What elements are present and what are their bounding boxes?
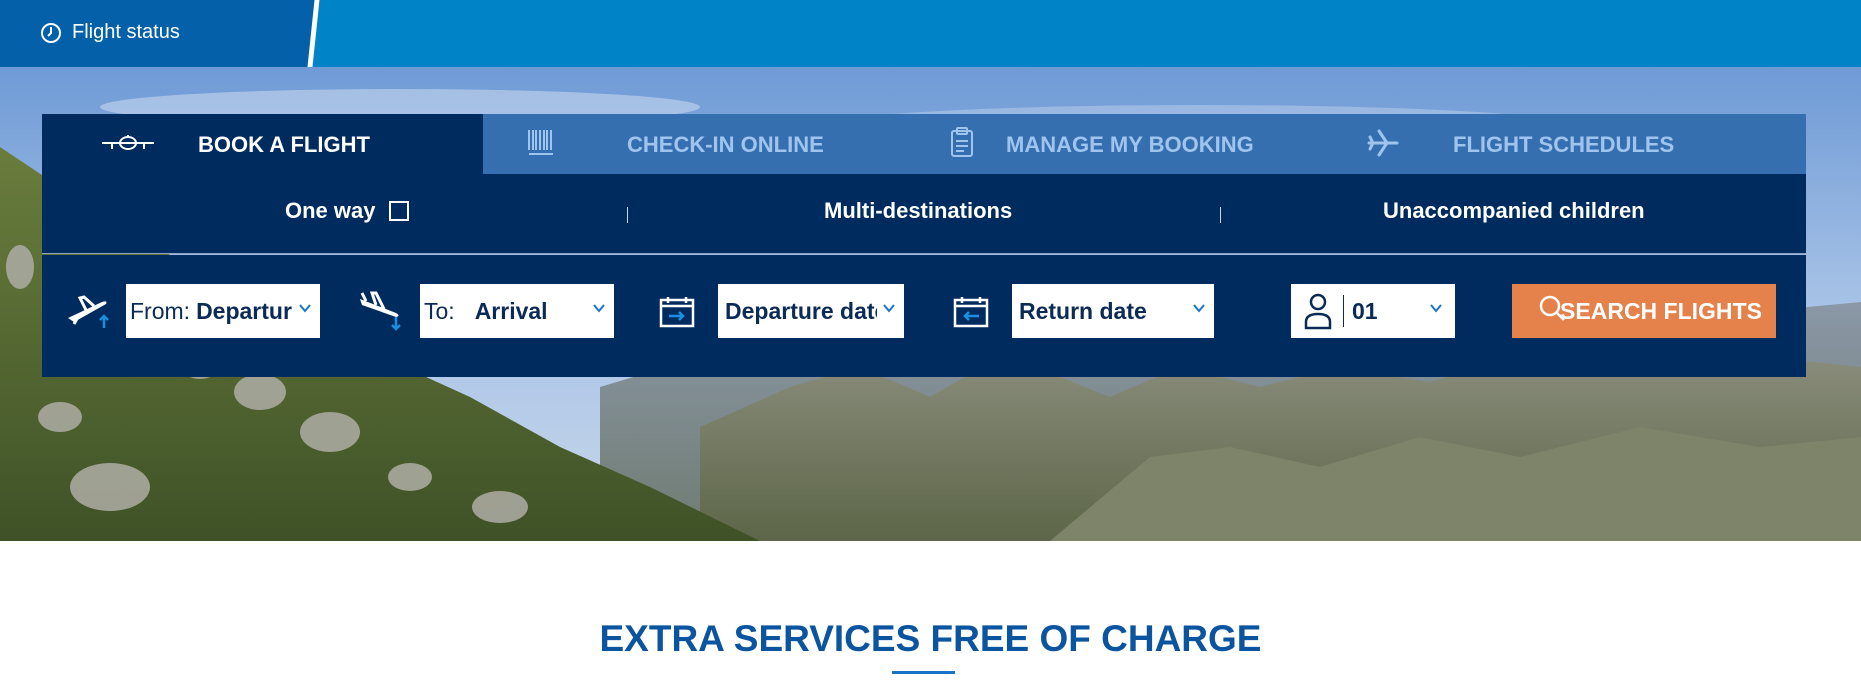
tab-check-in-online[interactable]: CHECK-IN ONLINE — [483, 114, 924, 174]
search-form: From: Departur To: Arrival Departure dat… — [42, 255, 1806, 377]
passengers-field[interactable]: 01 — [1291, 284, 1455, 338]
option-divider — [1220, 207, 1221, 223]
tab-manage-my-booking[interactable]: MANAGE MY BOOKING — [924, 114, 1365, 174]
chevron-down-icon — [1430, 304, 1442, 313]
calendar-departure-icon — [659, 297, 695, 328]
unaccompanied-children-label: Unaccompanied children — [1383, 198, 1645, 223]
multi-destinations-link[interactable]: Multi-destinations — [824, 198, 1012, 224]
booking-tabs: BOOK A FLIGHT CHECK-IN ONLINE MANAGE MY … — [42, 114, 1806, 174]
tab-label: MANAGE MY BOOKING — [1006, 132, 1254, 157]
chevron-down-icon — [1193, 304, 1205, 313]
departure-date-field[interactable]: Departure date — [718, 284, 904, 338]
one-way-checkbox[interactable] — [389, 201, 410, 221]
extra-services-heading: EXTRA SERVICES FREE OF CHARGE — [599, 618, 1262, 659]
booking-widget: BOOK A FLIGHT CHECK-IN ONLINE MANAGE MY … — [42, 114, 1806, 377]
departure-plane-icon — [68, 295, 109, 328]
from-value: Departur — [196, 297, 292, 324]
flight-status-link[interactable]: Flight status — [0, 0, 320, 67]
tab-label: CHECK-IN ONLINE — [627, 132, 824, 157]
return-date-field[interactable]: Return date — [1012, 284, 1214, 338]
tab-label: BOOK A FLIGHT — [198, 132, 370, 157]
chevron-down-icon — [883, 304, 895, 313]
one-way-label: One way — [285, 198, 376, 223]
plane-front-icon — [102, 135, 154, 150]
search-icon — [1539, 295, 1565, 321]
multi-destinations-label: Multi-destinations — [824, 198, 1013, 223]
top-bar: Flight status — [0, 0, 1861, 67]
to-value: Arrival — [474, 297, 548, 324]
clock-icon — [41, 22, 61, 43]
flight-status-label: Flight status — [72, 21, 180, 43]
chevron-down-icon — [299, 304, 311, 313]
tab-label: FLIGHT SCHEDULES — [1453, 132, 1675, 157]
clipboard-icon — [951, 127, 973, 157]
arrival-plane-icon — [360, 291, 401, 331]
trip-options: One way Multi-destinations Unaccompanied… — [42, 174, 1806, 254]
person-icon — [1304, 293, 1332, 330]
option-divider — [627, 207, 628, 223]
chevron-down-icon — [593, 304, 605, 313]
heading-underline — [892, 671, 955, 674]
tab-book-a-flight[interactable]: BOOK A FLIGHT — [42, 114, 483, 174]
tab-flight-schedules[interactable]: FLIGHT SCHEDULES — [1365, 114, 1806, 174]
airplane-icon — [1367, 129, 1399, 157]
to-label: To: — [424, 297, 455, 324]
search-flights-button[interactable]: SEARCH FLIGHTS — [1512, 284, 1776, 338]
unaccompanied-children-link[interactable]: Unaccompanied children — [1383, 198, 1645, 224]
return-date-value: Return date — [1019, 297, 1147, 324]
one-way-option[interactable]: One way — [285, 198, 410, 224]
from-label: From: — [130, 297, 191, 324]
barcode-icon — [528, 130, 553, 155]
to-field[interactable]: To: Arrival — [420, 284, 614, 338]
from-field[interactable]: From: Departur — [126, 284, 320, 338]
passenger-divider — [1343, 295, 1344, 327]
passengers-value: 01 — [1352, 297, 1378, 324]
search-flights-label: SEARCH FLIGHTS — [1560, 297, 1762, 324]
departure-date-value: Departure date — [725, 297, 877, 324]
calendar-return-icon — [953, 297, 989, 328]
